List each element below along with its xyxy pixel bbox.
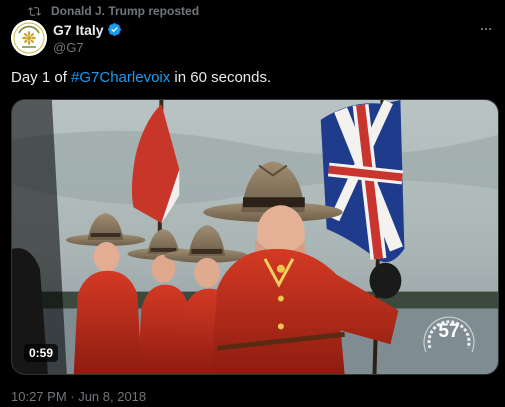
tweet-text: Day 1 of #G7Charlevoix in 60 seconds. <box>11 68 271 88</box>
post-timestamp[interactable]: 10:27 PM · Jun 8, 2018 <box>11 389 146 404</box>
tweet-card: Donald J. Trump reposted G7 Italy @G7 Da… <box>0 0 505 407</box>
hashtag-link[interactable]: #G7Charlevoix <box>71 69 170 86</box>
video-player[interactable]: 0:59 57 <box>11 99 499 375</box>
repost-icon <box>28 5 41 18</box>
author-display-name[interactable]: G7 Italy <box>53 22 104 38</box>
tweet-text-before: Day 1 of <box>11 69 72 86</box>
more-options-icon <box>479 22 493 36</box>
g7-italy-logo <box>11 20 47 56</box>
badge-number: 57 <box>438 321 460 342</box>
tweet-text-after: in 60 seconds. <box>170 69 272 86</box>
author-handle[interactable]: @G7 <box>53 40 122 55</box>
author-block: G7 Italy @G7 <box>53 21 122 55</box>
repost-label: Donald J. Trump reposted <box>51 4 200 18</box>
more-options-button[interactable] <box>477 20 495 38</box>
sixty-seconds-badge: 57 <box>418 308 480 358</box>
avatar[interactable] <box>11 20 47 56</box>
verified-badge-icon <box>107 22 122 37</box>
video-duration: 0:59 <box>24 344 59 362</box>
repost-context[interactable]: Donald J. Trump reposted <box>28 3 199 19</box>
